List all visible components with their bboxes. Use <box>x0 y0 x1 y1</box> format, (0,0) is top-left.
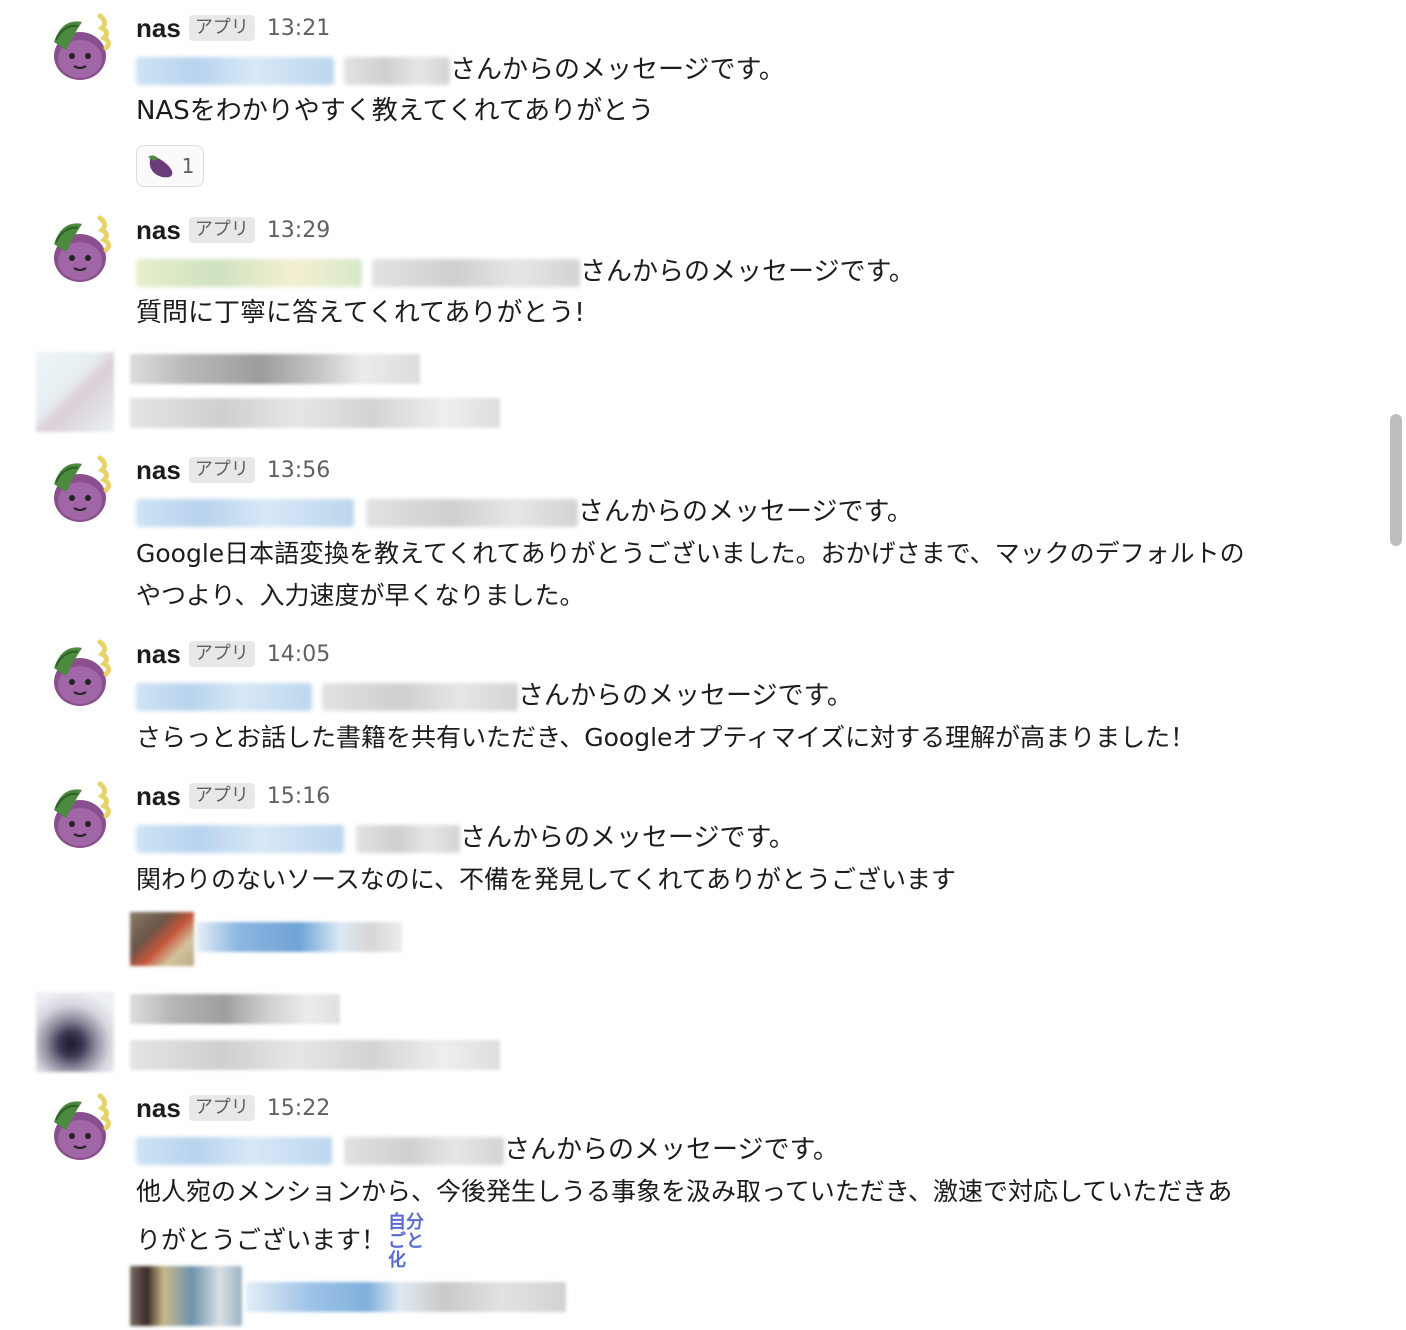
message-suffix: さんからのメッセージです。 <box>578 497 913 527</box>
jibungotoka-emoji-icon[interactable]: 自分ごと化 <box>388 1213 434 1270</box>
blurred-mention[interactable] <box>136 682 312 711</box>
message-suffix: さんからのメッセージです。 <box>504 1135 839 1165</box>
blurred-mention[interactable] <box>136 56 334 85</box>
message-text-cont: りがとうございます！自分ごと化 <box>136 1213 434 1270</box>
blurred-reply-link[interactable] <box>196 922 402 952</box>
message-text: 他人宛のメンションから、今後発生しうる事象を汲み取っていただき、激速で対応してい… <box>136 1177 1233 1206</box>
message-suffix: さんからのメッセージです。 <box>460 823 795 853</box>
timestamp[interactable]: 15:22 <box>267 1096 330 1121</box>
app-badge: アプリ <box>188 457 255 483</box>
blurred-user-text <box>130 398 500 428</box>
blurred-name <box>344 1136 504 1165</box>
eggplant-bot-avatar-icon[interactable] <box>44 454 122 524</box>
message-text-cont: やつより、入力速度が早くなりました。 <box>136 581 585 610</box>
sender-name[interactable]: nas <box>136 781 181 812</box>
timestamp[interactable]: 13:29 <box>267 218 330 243</box>
sender-name[interactable]: nas <box>136 455 181 486</box>
message-suffix: さんからのメッセージです。 <box>450 55 785 85</box>
reaction-eggplant[interactable]: 1 <box>136 145 204 187</box>
app-badge: アプリ <box>188 1095 255 1121</box>
blurred-user-text <box>130 1040 500 1070</box>
message-text-tail: りがとうございます！ <box>136 1225 387 1255</box>
blurred-mention[interactable] <box>136 498 354 527</box>
blurred-name <box>366 498 578 527</box>
blurred-reply-avatar[interactable] <box>130 1266 242 1326</box>
eggplant-bot-avatar-icon[interactable] <box>44 214 122 284</box>
blurred-name <box>372 258 580 287</box>
mention-line: さんからのメッセージです。 <box>136 675 853 717</box>
eggplant-bot-avatar-icon[interactable] <box>44 780 122 850</box>
message-text: Google日本語変換を教えてくれてありがとうございました。おかげさまで、マック… <box>136 539 1245 568</box>
message-text: 質問に丁寧に答えてくれてありがとう! <box>136 298 585 328</box>
timestamp[interactable]: 15:16 <box>267 784 330 809</box>
app-badge: アプリ <box>188 641 255 667</box>
mention-line: さんからのメッセージです。 <box>136 817 795 859</box>
reaction-count: 1 <box>181 154 195 178</box>
blurred-user-name <box>130 994 340 1024</box>
timestamp[interactable]: 13:21 <box>267 16 330 41</box>
sender-name[interactable]: nas <box>136 13 181 44</box>
blurred-user-avatar[interactable] <box>36 992 114 1072</box>
vertical-scrollbar[interactable] <box>1390 414 1402 546</box>
mention-line: さんからのメッセージです。 <box>136 251 915 293</box>
mention-line: さんからのメッセージです。 <box>136 1129 839 1171</box>
blurred-reply-link[interactable] <box>246 1282 566 1312</box>
eggplant-bot-avatar-icon[interactable] <box>44 1092 122 1162</box>
eggplant-icon <box>147 155 172 178</box>
mention-line: さんからのメッセージです。 <box>136 49 785 91</box>
message-suffix: さんからのメッセージです。 <box>580 257 915 287</box>
sender-name[interactable]: nas <box>136 215 181 246</box>
blurred-mention[interactable] <box>136 1136 332 1165</box>
message-text: さらっとお話した書籍を共有いただき、Googleオプティマイズに対する理解が高ま… <box>136 723 1196 752</box>
blurred-user-name <box>130 354 420 384</box>
eggplant-bot-avatar-icon[interactable] <box>44 638 122 708</box>
mention-line: さんからのメッセージです。 <box>136 491 913 533</box>
app-badge: アプリ <box>188 783 255 809</box>
blurred-name <box>344 56 450 85</box>
timestamp[interactable]: 13:56 <box>267 458 330 483</box>
eggplant-bot-avatar-icon[interactable] <box>44 12 122 82</box>
blurred-mention[interactable] <box>136 258 362 287</box>
app-badge: アプリ <box>188 15 255 41</box>
blurred-reply-avatar[interactable] <box>130 912 194 966</box>
blurred-name <box>356 824 460 853</box>
app-badge: アプリ <box>188 217 255 243</box>
sender-name[interactable]: nas <box>136 639 181 670</box>
timestamp[interactable]: 14:05 <box>267 642 330 667</box>
sender-name[interactable]: nas <box>136 1093 181 1124</box>
blurred-name <box>322 682 518 711</box>
blurred-mention[interactable] <box>136 824 344 853</box>
message-text: NASをわかりやすく教えてくれてありがとう <box>136 96 655 126</box>
message-text: 関わりのないソースなのに、不備を発見してくれてありがとうございます <box>136 865 957 894</box>
blurred-user-avatar[interactable] <box>36 352 114 432</box>
message-suffix: さんからのメッセージです。 <box>518 681 853 711</box>
